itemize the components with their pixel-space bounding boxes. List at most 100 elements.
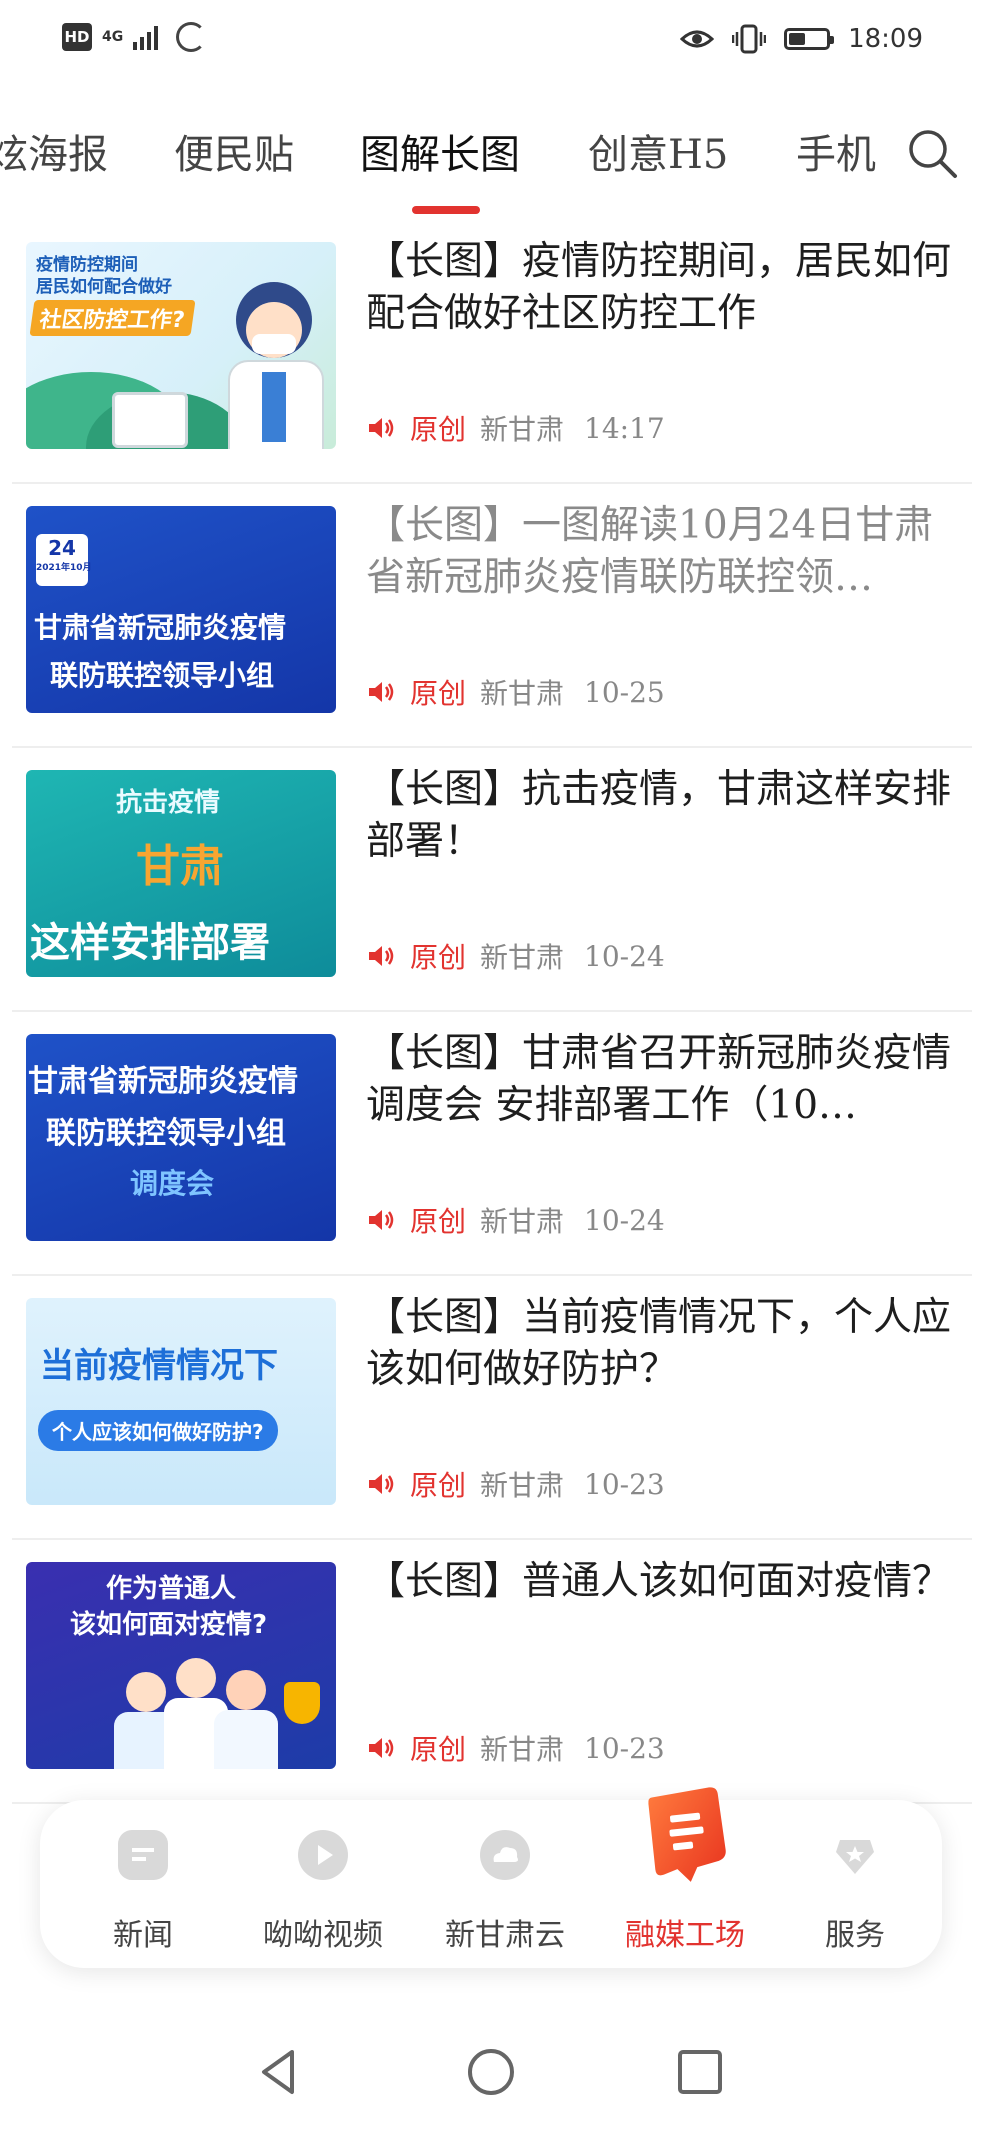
article-source: 新甘肃 <box>480 941 565 974</box>
article-item[interactable]: 甘肃省新冠肺炎疫情 联防联控领导小组 调度会 【长图】甘肃省召开新冠肺炎疫情调度… <box>12 1014 972 1276</box>
thumb-line: 联防联控领导小组 <box>50 659 275 692</box>
speaker-icon[interactable] <box>366 677 396 707</box>
battery-icon <box>784 28 835 50</box>
media-factory-icon <box>648 1787 726 1882</box>
thumb-line: 社区防控工作? <box>29 300 196 336</box>
article-item[interactable]: 疫情防控期间 居民如何配合做好 社区防控工作? 【长图】疫情防控期间，居民如何配… <box>12 222 972 484</box>
article-item[interactable]: 抗击疫情 甘肃 这样安排部署 【长图】抗击疫情，甘肃这样安排部署！ 原创 新甘肃… <box>12 750 972 1012</box>
article-source: 新甘肃 <box>480 413 565 446</box>
category-tabs: 炫海报 便民贴 图解长图 创意H5 手机 <box>0 108 983 218</box>
original-tag: 原创 <box>410 1469 467 1502</box>
article-meta: 原创 新甘肃 10-24 <box>366 936 665 976</box>
eye-comfort-icon <box>680 30 715 48</box>
article-meta: 原创 新甘肃 10-24 <box>366 1200 665 1240</box>
system-nav-bar <box>0 2020 983 2131</box>
calendar-badge: 24 2021年10月 <box>36 534 92 586</box>
article-thumbnail: 24 2021年10月 甘肃省新冠肺炎疫情 联防联控领导小组 <box>26 506 336 713</box>
speaker-icon[interactable] <box>366 1733 396 1763</box>
article-thumbnail: 甘肃省新冠肺炎疫情 联防联控领导小组 调度会 <box>26 1034 336 1241</box>
article-title: 【长图】疫情防控期间，居民如何配合做好社区防控工作 <box>366 239 952 336</box>
service-star-icon <box>830 1830 880 1880</box>
article-title: 【长图】当前疫情情况下，个人应该如何做好防护？ <box>366 1295 952 1392</box>
tab-mobile[interactable]: 手机 <box>796 122 876 180</box>
thumb-line: 这样安排部署 <box>30 920 270 966</box>
thumb-line: 作为普通人 <box>106 1574 237 1604</box>
nav-service[interactable]: 服务 <box>770 1800 940 1968</box>
article-title: 【长图】普通人该如何面对疫情？ <box>366 1559 952 1604</box>
status-left: HD 4G <box>62 22 207 52</box>
search-icon[interactable] <box>905 126 961 182</box>
original-tag: 原创 <box>410 1205 467 1238</box>
clock: 18:09 <box>848 24 923 54</box>
vibrate-icon <box>732 24 767 54</box>
article-meta: 原创 新甘肃 10-23 <box>366 1464 665 1504</box>
thumb-line: 个人应该如何做好防护? <box>38 1410 278 1451</box>
tab-creative-h5[interactable]: 创意H5 <box>588 122 728 180</box>
thumb-line: 甘肃省新冠肺炎疫情 <box>34 611 287 644</box>
tab-infographic[interactable]: 图解长图 <box>360 122 520 180</box>
tab-poster[interactable]: 炫海报 <box>0 122 108 180</box>
news-icon <box>118 1830 168 1880</box>
article-meta: 原创 新甘肃 10-25 <box>366 672 665 712</box>
nav-news[interactable]: 新闻 <box>58 1800 228 1968</box>
home-icon[interactable] <box>463 2044 519 2100</box>
speaker-icon[interactable] <box>366 1469 396 1499</box>
loading-icon <box>176 22 207 52</box>
article-thumbnail: 作为普通人 该如何面对疫情? <box>26 1562 336 1769</box>
calendar-month: 2021年10月 <box>36 563 92 573</box>
recent-apps-icon[interactable] <box>672 2044 728 2100</box>
article-thumbnail: 抗击疫情 甘肃 这样安排部署 <box>26 770 336 977</box>
thumb-line: 抗击疫情 <box>116 788 221 818</box>
article-time: 10-23 <box>584 1731 665 1765</box>
thumb-line: 调度会 <box>130 1167 215 1200</box>
nav-gansu-cloud[interactable]: 新甘肃云 <box>420 1800 590 1968</box>
thumb-line: 甘肃省新冠肺炎疫情 <box>28 1064 298 1099</box>
tab-convenience[interactable]: 便民贴 <box>174 122 294 180</box>
article-item[interactable]: 当前疫情情况下 个人应该如何做好防护? 【长图】当前疫情情况下，个人应该如何做好… <box>12 1278 972 1540</box>
nav-label: 服务 <box>825 1918 885 1953</box>
article-thumbnail: 当前疫情情况下 个人应该如何做好防护? <box>26 1298 336 1505</box>
article-item[interactable]: 作为普通人 该如何面对疫情? 【长图】普通人该如何面对疫情？ 原创 新甘肃 10… <box>12 1542 972 1804</box>
speaker-icon[interactable] <box>366 413 396 443</box>
thumb-line: 当前疫情情况下 <box>40 1346 278 1386</box>
back-icon[interactable] <box>252 2044 308 2100</box>
article-item[interactable]: 24 2021年10月 甘肃省新冠肺炎疫情 联防联控领导小组 【长图】一图解读1… <box>12 486 972 748</box>
original-tag: 原创 <box>410 677 467 710</box>
network-type: 4G <box>102 29 124 45</box>
article-time: 10-23 <box>584 1467 665 1501</box>
original-tag: 原创 <box>410 941 467 974</box>
hd-badge: HD <box>62 23 92 51</box>
bottom-nav: 新闻 呦呦视频 新甘肃云 融媒工场 服务 <box>40 1787 942 1968</box>
article-source: 新甘肃 <box>480 1205 565 1238</box>
nav-label: 新闻 <box>113 1918 173 1953</box>
active-tab-indicator <box>412 206 480 214</box>
article-source: 新甘肃 <box>480 1733 565 1766</box>
status-right: 18:09 <box>680 24 923 54</box>
nav-label: 新甘肃云 <box>445 1918 565 1953</box>
article-title: 【长图】甘肃省召开新冠肺炎疫情调度会 安排部署工作（10… <box>366 1031 952 1128</box>
article-source: 新甘肃 <box>480 1469 565 1502</box>
article-time: 10-24 <box>584 939 665 973</box>
status-bar: HD 4G 18:09 <box>0 0 983 82</box>
article-title: 【长图】一图解读10月24日甘肃省新冠肺炎疫情联防联控领… <box>366 503 934 600</box>
nav-media-factory[interactable]: 融媒工场 <box>600 1787 770 1968</box>
article-time: 10-25 <box>584 675 665 709</box>
signal-icon <box>133 24 159 50</box>
original-tag: 原创 <box>410 1733 467 1766</box>
article-meta: 原创 新甘肃 14:17 <box>366 408 665 448</box>
thumb-line: 该如何面对疫情? <box>70 1610 268 1640</box>
nav-video[interactable]: 呦呦视频 <box>238 1800 408 1968</box>
video-play-icon <box>298 1830 348 1880</box>
article-meta: 原创 新甘肃 10-23 <box>366 1728 665 1768</box>
thumb-line: 居民如何配合做好 <box>36 277 172 297</box>
nav-label: 呦呦视频 <box>263 1918 383 1953</box>
article-time: 10-24 <box>584 1203 665 1237</box>
thumb-line: 甘肃 <box>136 841 224 892</box>
article-time: 14:17 <box>584 411 665 445</box>
nav-label: 融媒工场 <box>625 1918 745 1953</box>
thumb-line: 联防联控领导小组 <box>46 1116 286 1151</box>
speaker-icon[interactable] <box>366 1205 396 1235</box>
article-source: 新甘肃 <box>480 677 565 710</box>
speaker-icon[interactable] <box>366 941 396 971</box>
calendar-day: 24 <box>48 536 76 560</box>
